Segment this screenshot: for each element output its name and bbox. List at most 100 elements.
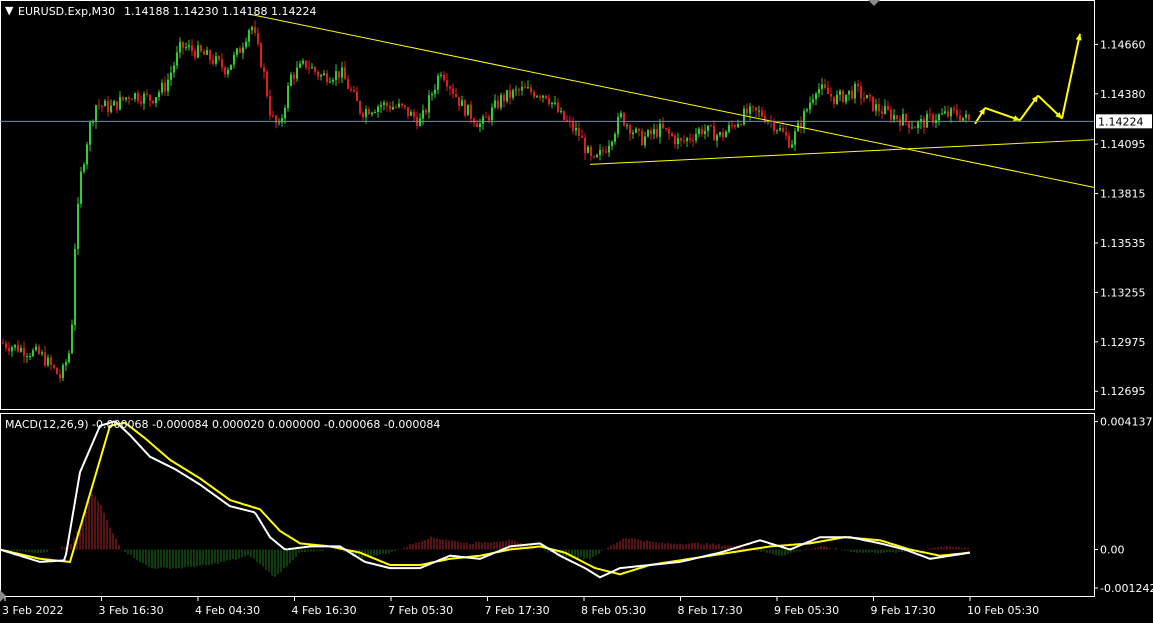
- candle-body: [821, 84, 823, 89]
- candle-body: [485, 116, 487, 118]
- candle-body: [50, 357, 52, 366]
- trendline[interactable]: [249, 13, 1095, 188]
- symbol-label: EURUSD.Exp,M30: [18, 5, 115, 18]
- candle-body: [446, 80, 448, 87]
- chart-svg[interactable]: 1.14660 1.14380 1.14095 1.13815 1.13535 1.132…: [0, 0, 1153, 619]
- candle-body: [161, 82, 163, 93]
- price-tick-label: 1.14095: [1100, 138, 1146, 151]
- candle-body: [926, 113, 928, 128]
- candle-body: [419, 118, 421, 127]
- macd-tick-label: -0.001242: [1100, 582, 1153, 595]
- candle-body: [722, 132, 724, 138]
- time-tick-label: 8 Feb 17:30: [678, 604, 743, 617]
- candle-body: [785, 131, 787, 136]
- candle-body: [68, 353, 70, 363]
- candle-body: [200, 45, 202, 52]
- scroll-marker-icon[interactable]: [868, 0, 880, 6]
- candle-body: [449, 86, 451, 89]
- price-axis[interactable]: 1.14660 1.14380 1.14095 1.13815 1.13535 1.132…: [0, 38, 1152, 398]
- candle-body: [347, 79, 349, 89]
- candle-body: [572, 121, 574, 131]
- candle-body: [233, 54, 235, 65]
- candle-body: [71, 324, 73, 354]
- candle-body: [266, 71, 268, 97]
- candle-body: [506, 90, 508, 102]
- candle-body: [77, 203, 79, 249]
- candle-body: [623, 113, 625, 126]
- candle-body: [695, 133, 697, 141]
- candle-body: [317, 71, 319, 77]
- candle-body: [794, 131, 796, 145]
- candle-body: [275, 115, 277, 124]
- candle-body: [395, 107, 397, 109]
- candle-body: [689, 138, 691, 140]
- candle-body: [326, 73, 328, 83]
- candle-body: [422, 110, 424, 119]
- candle-body: [854, 83, 856, 99]
- candle-body: [221, 59, 223, 68]
- candle-body: [902, 114, 904, 126]
- macd-axis[interactable]: 0.004137 0.00 -0.001242: [1094, 416, 1153, 595]
- candle-body: [248, 30, 250, 42]
- candle-body: [53, 365, 55, 368]
- candle-body: [170, 72, 172, 80]
- candle-body: [614, 134, 616, 142]
- time-tick-label: 3 Feb 2022: [2, 604, 63, 617]
- candle-body: [443, 74, 445, 81]
- candle-body: [812, 99, 814, 103]
- candle-body: [728, 125, 730, 132]
- time-tick-label: 9 Feb 17:30: [871, 604, 936, 617]
- candle-body: [107, 100, 109, 113]
- symbol-menu-icon[interactable]: ▼: [5, 4, 14, 17]
- candle-body: [644, 136, 646, 146]
- candle-body: [362, 113, 364, 117]
- candle-body: [56, 367, 58, 375]
- candle-body: [605, 151, 607, 153]
- candle-body: [923, 118, 925, 128]
- candle-body: [950, 108, 952, 117]
- candle-body: [566, 119, 568, 121]
- forecast-arrowhead-icon: [1013, 115, 1020, 122]
- trading-chart[interactable]: 1.14660 1.14380 1.14095 1.13815 1.13535 1.132…: [0, 0, 1153, 619]
- candle-body: [698, 128, 700, 134]
- candle-body: [863, 98, 865, 100]
- candle-body: [44, 352, 46, 366]
- candle-body: [62, 365, 64, 379]
- candle-body: [962, 117, 964, 121]
- candle-body: [629, 125, 631, 135]
- time-axis[interactable]: 3 Feb 2022 3 Feb 16:30 4 Feb 04:30 4 Feb 16…: [2, 597, 1039, 617]
- time-tick-label: 3 Feb 16:30: [99, 604, 164, 617]
- candle-body: [374, 111, 376, 113]
- candle-body: [323, 73, 325, 76]
- candle-body: [917, 122, 919, 129]
- candle-body: [83, 164, 85, 172]
- candle-body: [833, 96, 835, 104]
- candle-body: [686, 138, 688, 142]
- candle-body: [284, 107, 286, 119]
- candle-body: [929, 113, 931, 115]
- candle-body: [881, 111, 883, 114]
- candle-body: [311, 67, 313, 69]
- price-tick-label: 1.13255: [1100, 286, 1146, 299]
- candle-body: [287, 85, 289, 108]
- trendline[interactable]: [589, 139, 1095, 165]
- candle-body: [212, 59, 214, 64]
- candle-body: [911, 127, 913, 129]
- candle-body: [197, 45, 199, 58]
- candle-body: [968, 114, 970, 120]
- candle-body: [497, 100, 499, 108]
- candle-body: [893, 115, 895, 120]
- candle-body: [845, 94, 847, 103]
- candle-body: [254, 27, 256, 34]
- candle-body: [884, 105, 886, 114]
- candle-body: [608, 145, 610, 153]
- candle-body: [743, 108, 745, 125]
- candle-body: [869, 95, 871, 97]
- candle-body: [554, 102, 556, 104]
- candle-body: [146, 93, 148, 95]
- candle-body: [782, 128, 784, 132]
- candle-body: [701, 128, 703, 135]
- candle-body: [23, 348, 25, 357]
- forecast-arrows-layer: [974, 33, 1082, 125]
- candle-body: [530, 87, 532, 93]
